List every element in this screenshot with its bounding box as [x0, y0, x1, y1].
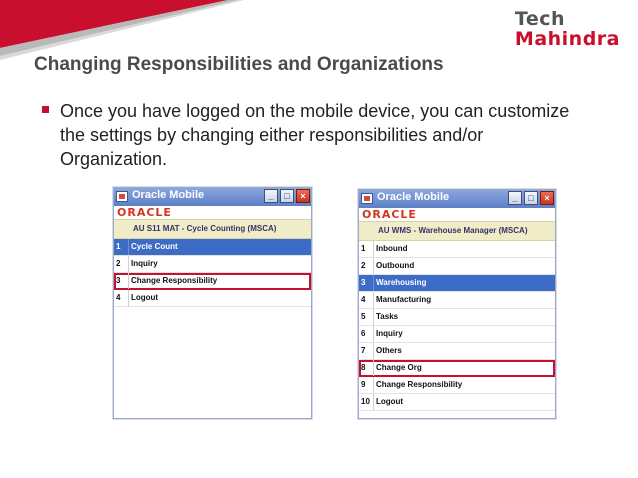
- window-titlebar[interactable]: Oracle Mobile _ □ ×: [359, 190, 555, 208]
- menu-item[interactable]: 10 Logout: [359, 394, 555, 411]
- menu-item[interactable]: 1 Cycle Count: [114, 239, 311, 256]
- maximize-button[interactable]: □: [524, 191, 538, 205]
- window-title: Oracle Mobile: [377, 191, 450, 203]
- menu-item-label: Change Responsibility: [376, 380, 463, 389]
- minimize-button[interactable]: _: [264, 189, 278, 203]
- menu-item-divider: [128, 256, 129, 272]
- java-cup-icon: [361, 193, 373, 204]
- window-title: Oracle Mobile: [132, 189, 205, 201]
- slide-title: Changing Responsibilities and Organizati…: [34, 54, 444, 75]
- oracle-logo: ORACLE: [362, 208, 417, 221]
- menu-item[interactable]: 5 Tasks: [359, 309, 555, 326]
- menu-item[interactable]: 7 Others: [359, 343, 555, 360]
- menu-item[interactable]: 4 Logout: [114, 290, 311, 307]
- oracle-logo: ORACLE: [117, 206, 172, 219]
- menu-item-number: 2: [116, 259, 121, 268]
- responsibility-label: AU WMS - Warehouse Manager (MSCA): [359, 221, 555, 241]
- menu-item-divider: [373, 292, 374, 308]
- menu-item[interactable]: 4 Manufacturing: [359, 292, 555, 309]
- menu-item-number: 9: [361, 380, 366, 389]
- menu-item-label: Tasks: [376, 312, 399, 321]
- menu-item-divider: [373, 241, 374, 257]
- menu-item[interactable]: 8 Change Org: [359, 360, 555, 377]
- menu-item[interactable]: 3 Warehousing: [359, 275, 555, 292]
- menu-item-number: 10: [361, 397, 370, 406]
- menu-item[interactable]: 9 Change Responsibility: [359, 377, 555, 394]
- menu-item-label: Cycle Count: [131, 242, 178, 251]
- menu-item-label: Others: [376, 346, 402, 355]
- menu-item-divider: [373, 309, 374, 325]
- menu-item[interactable]: 3 Change Responsibility: [114, 273, 311, 290]
- menu-item-label: Inbound: [376, 244, 408, 253]
- menu-item-divider: [128, 239, 129, 255]
- menu-item-label: Logout: [376, 397, 404, 406]
- menu-item-number: 8: [361, 363, 366, 372]
- menu-item-number: 1: [116, 242, 121, 251]
- menu-item-number: 3: [361, 278, 366, 287]
- menu-item-label: Manufacturing: [376, 295, 432, 304]
- oracle-mobile-window-left[interactable]: Oracle Mobile _ □ × ORACLE AU S11 MAT - …: [113, 187, 312, 419]
- java-cup-icon: [116, 191, 128, 202]
- menu-item-number: 3: [116, 276, 121, 285]
- menu-item-label: Warehousing: [376, 278, 427, 287]
- menu-item[interactable]: 2 Outbound: [359, 258, 555, 275]
- bullet-text: Once you have logged on the mobile devic…: [60, 101, 570, 169]
- menu-item-divider: [128, 273, 129, 289]
- menu-item-label: Inquiry: [131, 259, 158, 268]
- oracle-mobile-window-right[interactable]: Oracle Mobile _ □ × ORACLE AU WMS - Ware…: [358, 189, 556, 419]
- menu-item[interactable]: 2 Inquiry: [114, 256, 311, 273]
- logo-line-2: Mahindra: [514, 28, 620, 50]
- menu-item-label: Outbound: [376, 261, 415, 270]
- menu-item-label: Logout: [131, 293, 159, 302]
- tech-mahindra-logo: Tech Mahindra: [515, 10, 620, 49]
- close-button[interactable]: ×: [540, 191, 554, 205]
- menu-item[interactable]: 1 Inbound: [359, 241, 555, 258]
- menu-item-number: 7: [361, 346, 366, 355]
- menu-item-label: Inquiry: [376, 329, 403, 338]
- menu-item-divider: [373, 275, 374, 291]
- menu-item-label: Change Responsibility: [131, 276, 218, 285]
- menu-item-number: 6: [361, 329, 366, 338]
- menu-item[interactable]: 6 Inquiry: [359, 326, 555, 343]
- menu-item-number: 5: [361, 312, 366, 321]
- menu-item-number: 4: [116, 293, 121, 302]
- responsibility-label: AU S11 MAT - Cycle Counting (MSCA): [114, 219, 311, 239]
- menu-item-divider: [373, 258, 374, 274]
- window-titlebar[interactable]: Oracle Mobile _ □ ×: [114, 188, 311, 206]
- menu-item-divider: [373, 343, 374, 359]
- menu-list: 1 Inbound 2 Outbound 3 Warehousing 4 Manufactur…: [359, 241, 555, 411]
- menu-item-number: 4: [361, 295, 366, 304]
- logo-line-1: Tech: [514, 8, 566, 30]
- menu-item-divider: [373, 394, 374, 410]
- menu-item-divider: [373, 326, 374, 342]
- menu-item-divider: [373, 377, 374, 393]
- menu-item-divider: [373, 360, 374, 376]
- menu-list: 1 Cycle Count 2 Inquiry 3 Change Responsibili…: [114, 239, 311, 307]
- maximize-button[interactable]: □: [280, 189, 294, 203]
- bullet-marker: [42, 106, 49, 113]
- menu-item-number: 2: [361, 261, 366, 270]
- menu-item-number: 1: [361, 244, 366, 253]
- minimize-button[interactable]: _: [508, 191, 522, 205]
- menu-item-label: Change Org: [376, 363, 422, 372]
- menu-item-divider: [128, 290, 129, 306]
- close-button[interactable]: ×: [296, 189, 310, 203]
